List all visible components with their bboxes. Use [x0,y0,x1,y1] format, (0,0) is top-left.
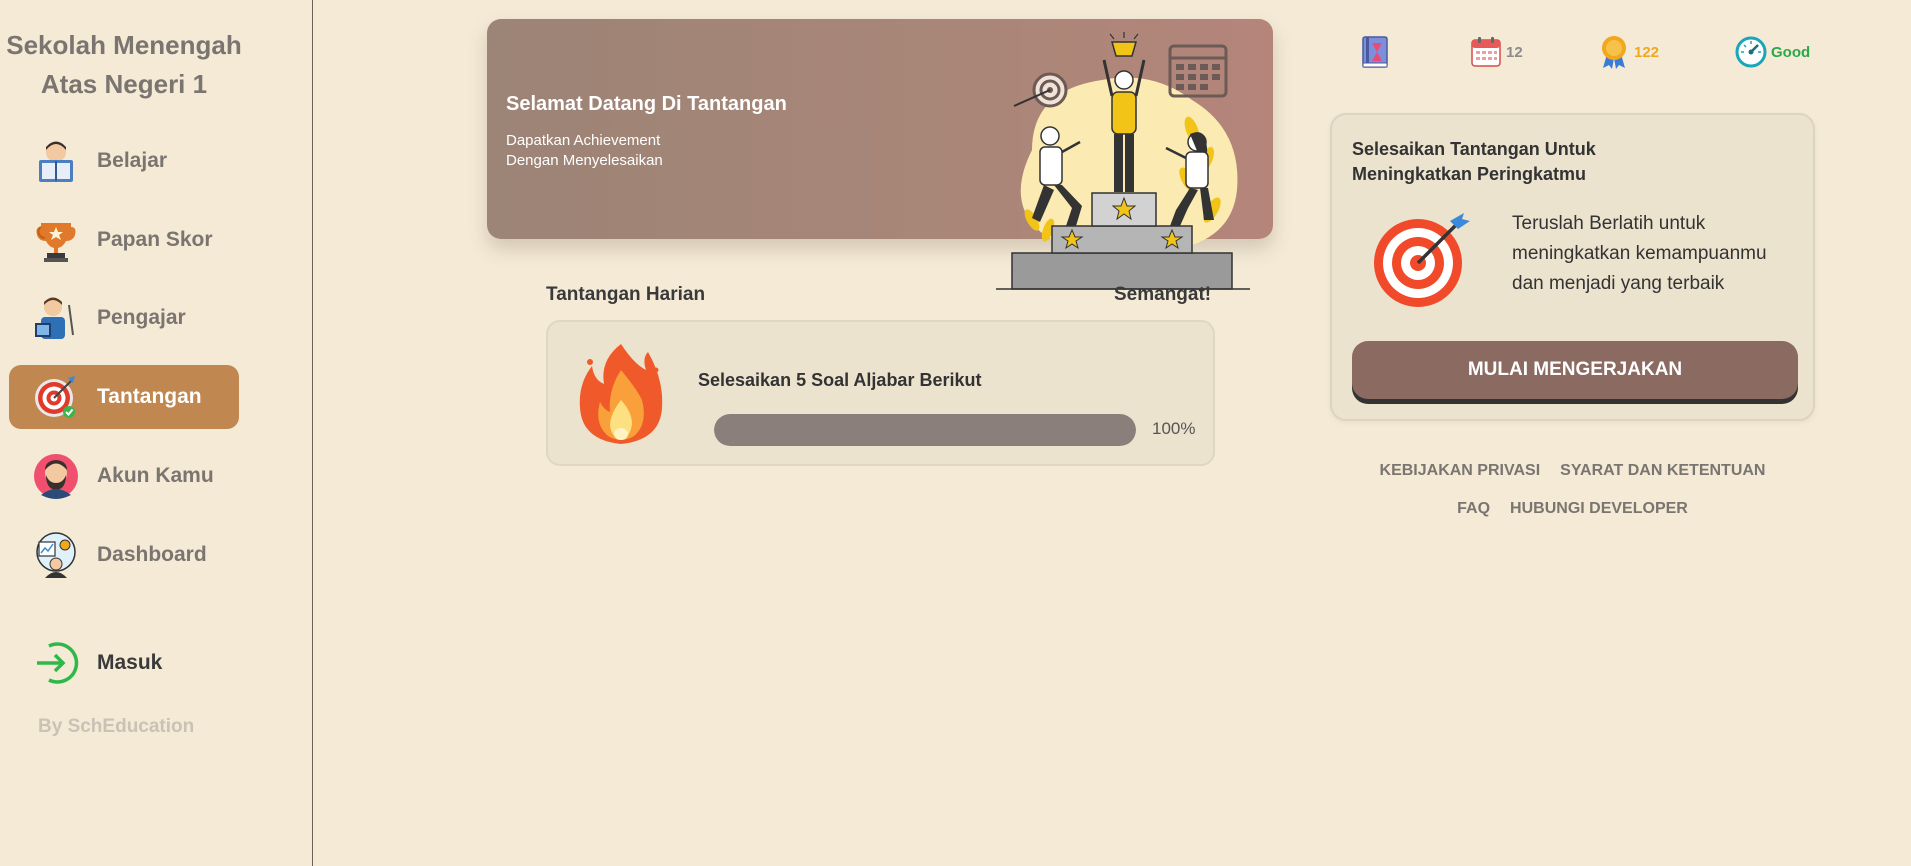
medal-value: 122 [1634,43,1660,61]
daily-challenge-heading: Tantangan Harian [546,284,706,305]
performance-value: Good [1771,43,1811,61]
bullseye-icon [1374,213,1470,307]
podium-illustration [996,32,1250,290]
challenge-title: Selesaikan 5 Soal Aljabar Berikut [698,370,982,390]
school-name: Sekolah Menengah Atas Negeri 1 [6,30,242,99]
contact-developer-link[interactable]: HUBUNGI DEVELOPER [1510,500,1688,518]
banner-title: Selamat Datang Di Tantangan [506,93,787,115]
sidebar-item-label: Dashboard [97,543,207,566]
stat-calendar[interactable]: 12 [1470,34,1523,70]
sidebar: Sekolah Menengah Atas Negeri 1 Belajar P… [0,0,313,866]
reading-student-icon [33,138,79,184]
stat-performance[interactable]: Good [1735,34,1810,70]
stat-book[interactable] [1360,34,1390,70]
privacy-policy-link[interactable]: KEBIJAKAN PRIVASI [1380,462,1541,480]
user-avatar-icon [33,453,79,499]
calendar-icon [1471,37,1501,67]
calendar-value: 12 [1506,43,1523,61]
info-card-title: Selesaikan Tantangan Untuk Meningkatkan … [1352,139,1596,184]
banner-subtitle: Dapatkan Achievement Dengan Menyelesaika… [506,132,663,169]
sidebar-item-papan-skor[interactable]: Papan Skor [9,208,239,272]
faq-link[interactable]: FAQ [1457,500,1490,518]
sidebar-item-label: Belajar [97,149,168,172]
login-icon [33,640,79,686]
sidebar-item-label: Tantangan [97,385,202,408]
sidebar-item-pengajar[interactable]: Pengajar [9,286,239,350]
dashboard-icon [33,532,79,578]
sidebar-item-label: Papan Skor [97,228,213,251]
trophy-icon [33,217,79,263]
challenge-progress-bar [714,414,1136,446]
fire-icon [579,344,663,444]
teacher-icon [33,295,79,341]
daily-challenge-card[interactable]: Selesaikan 5 Soal Aljabar Berikut 100% [546,320,1215,466]
challenge-info-card: Selesaikan Tantangan Untuk Meningkatkan … [1330,113,1815,421]
progress-percentage: 100% [1152,419,1196,438]
medal-icon [1602,36,1626,69]
sidebar-item-tantangan[interactable]: Tantangan [9,365,239,429]
sidebar-item-akun-kamu[interactable]: Akun Kamu [9,444,239,508]
cheer-text: Semangat! [1114,284,1212,305]
sidebar-item-label: Pengajar [97,306,186,329]
sidebar-item-label: Akun Kamu [97,464,214,487]
sidebar-item-label: Masuk [97,651,163,674]
speedometer-icon [1735,36,1767,68]
sidebar-item-belajar[interactable]: Belajar [9,129,239,193]
footer-links: KEBIJAKAN PRIVASI SYARAT DAN KETENTUAN F… [1330,462,1815,538]
stat-medal[interactable]: 122 [1598,34,1659,70]
byline: By SchEducation [38,716,195,737]
start-challenge-button[interactable]: MULAI MENGERJAKAN [1352,341,1798,399]
progress-fill [714,414,1136,446]
sidebar-item-masuk[interactable]: Masuk [9,631,239,695]
info-card-text: Teruslah Berlatih untuk meningkatkan kem… [1512,213,1767,294]
terms-link[interactable]: SYARAT DAN KETENTUAN [1560,462,1765,480]
sidebar-item-dashboard[interactable]: Dashboard [9,523,239,587]
target-icon [33,374,79,420]
book-icon [1362,36,1388,68]
